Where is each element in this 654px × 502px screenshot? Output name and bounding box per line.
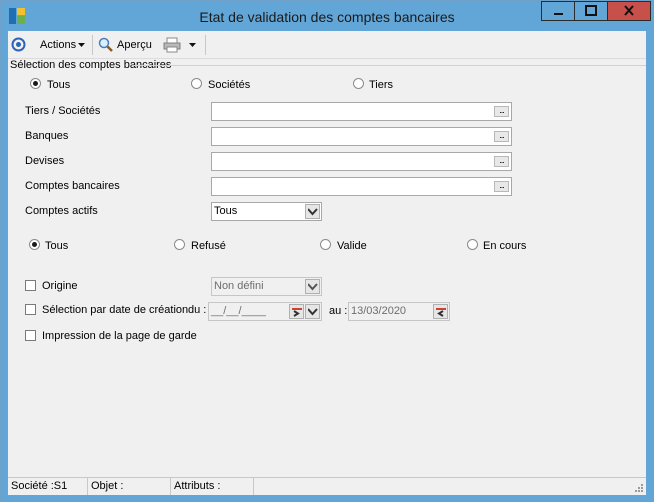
origine-label: Origine <box>42 280 78 292</box>
origine-select[interactable]: Non défini <box>211 277 322 296</box>
status-bar: Société :S1 Objet : Attributs : <box>8 477 646 495</box>
maximize-icon <box>585 5 597 16</box>
calendar-arrow-icon <box>292 308 302 317</box>
actifs-select-value: Tous <box>214 205 238 217</box>
au-calendar-button[interactable] <box>433 304 448 319</box>
radio-societes-label: Sociétés <box>208 79 251 91</box>
print-dropdown-button[interactable] <box>189 36 198 53</box>
radio-status-tous-label: Tous <box>45 240 69 252</box>
au-date-value: 13/03/2020 <box>351 305 407 317</box>
du-calendar-button[interactable] <box>289 304 304 319</box>
du-date-field[interactable]: __/__/____ <box>208 302 322 321</box>
status-societe: Société :S1 <box>8 478 88 495</box>
close-button[interactable] <box>607 1 651 21</box>
devises-label: Devises <box>25 155 65 167</box>
chevron-down-icon <box>78 42 86 47</box>
printer-icon <box>163 37 181 52</box>
section-divider <box>132 65 646 66</box>
page-garde-checkbox[interactable] <box>25 330 36 341</box>
du-dropdown-button[interactable] <box>305 304 320 319</box>
radio-status-refuse[interactable] <box>174 239 185 250</box>
origine-checkbox[interactable] <box>25 280 36 291</box>
au-label: au : <box>329 305 348 317</box>
radio-tous[interactable] <box>30 78 41 89</box>
banques-label: Banques <box>25 130 69 142</box>
tiers-field[interactable]: ... <box>211 102 512 121</box>
radio-tiers-label: Tiers <box>369 79 394 91</box>
origine-dropdown-button[interactable] <box>305 279 320 294</box>
status-attributs: Attributs : <box>171 478 254 495</box>
apercu-label: Aperçu <box>117 38 152 51</box>
client-area: Actions Aperçu Sélection des comptes ban… <box>8 31 646 495</box>
app-window: Etat de validation des comptes bancaires… <box>0 0 654 502</box>
radio-status-refuse-label: Refusé <box>191 240 226 252</box>
comptes-field[interactable]: ... <box>211 177 512 196</box>
actions-menu-button[interactable]: Actions <box>40 36 87 53</box>
radio-status-valide-label: Valide <box>337 240 367 252</box>
radio-tous-label: Tous <box>47 79 71 91</box>
devises-field[interactable]: ... <box>211 152 512 171</box>
page-garde-label: Impression de la page de garde <box>42 330 197 342</box>
actifs-label: Comptes actifs <box>25 205 98 217</box>
actions-label: Actions <box>40 38 77 51</box>
title-bar[interactable]: Etat de validation des comptes bancaires <box>1 1 653 31</box>
apercu-button[interactable]: Aperçu <box>98 36 152 53</box>
devises-browse-button[interactable]: ... <box>494 156 509 167</box>
print-button[interactable] <box>163 36 181 53</box>
status-objet: Objet : <box>88 478 171 495</box>
actifs-select[interactable]: Tous <box>211 202 322 221</box>
radio-tiers[interactable] <box>353 78 364 89</box>
chevron-down-icon <box>308 208 318 216</box>
du-label: du : <box>188 304 207 316</box>
date-label: Sélection par date de création <box>42 304 189 316</box>
actifs-dropdown-button[interactable] <box>305 204 320 219</box>
calendar-arrow-icon <box>436 308 446 317</box>
chevron-down-icon <box>308 308 318 316</box>
au-date-field[interactable]: 13/03/2020 <box>348 302 450 321</box>
date-checkbox[interactable] <box>25 304 36 315</box>
target-button[interactable] <box>11 36 26 53</box>
banques-field[interactable]: ... <box>211 127 512 146</box>
chevron-down-icon <box>308 283 318 291</box>
magnifier-icon <box>98 37 113 52</box>
tiers-label: Tiers / Sociétés <box>25 105 101 117</box>
minimize-button[interactable] <box>541 1 575 21</box>
chevron-down-icon <box>189 42 196 47</box>
maximize-button[interactable] <box>574 1 608 21</box>
banques-browse-button[interactable]: ... <box>494 131 509 142</box>
comptes-browse-button[interactable]: ... <box>494 181 509 192</box>
radio-societes[interactable] <box>191 78 202 89</box>
close-icon <box>624 5 634 16</box>
tiers-browse-button[interactable]: ... <box>494 106 509 117</box>
radio-status-tous[interactable] <box>29 239 40 250</box>
du-date-value: __/__/____ <box>211 305 267 317</box>
target-icon <box>11 37 26 52</box>
origine-select-value: Non défini <box>214 280 264 292</box>
radio-status-en-cours-label: En cours <box>483 240 527 252</box>
radio-status-valide[interactable] <box>320 239 331 250</box>
minimize-icon <box>554 13 563 15</box>
radio-status-en-cours[interactable] <box>467 239 478 250</box>
resize-grip-icon[interactable] <box>634 483 644 493</box>
comptes-label: Comptes bancaires <box>25 180 120 192</box>
toolbar: Actions Aperçu <box>8 31 646 59</box>
